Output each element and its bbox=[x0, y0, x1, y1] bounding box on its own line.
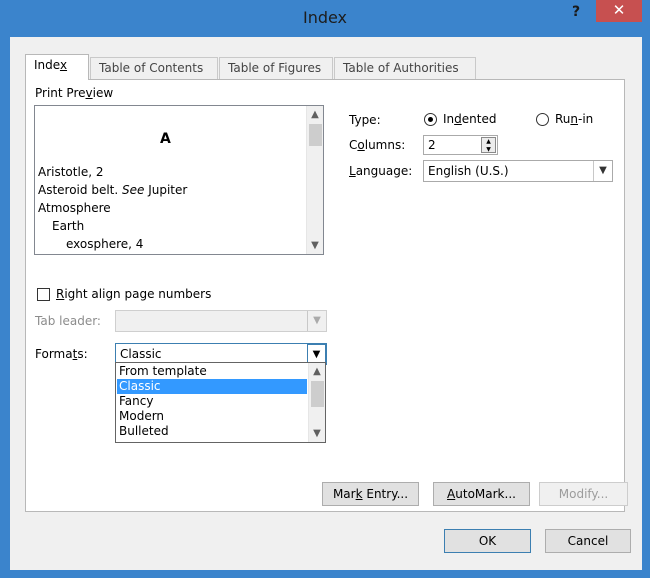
language-select[interactable]: English (U.S.) ▼ bbox=[423, 160, 613, 182]
preview-line: Earth bbox=[52, 219, 85, 233]
preview-line: Aristotle, 2 bbox=[38, 165, 104, 179]
cancel-button[interactable]: Cancel bbox=[545, 529, 631, 553]
list-item[interactable]: Modern bbox=[117, 409, 307, 424]
list-item[interactable]: Fancy bbox=[117, 394, 307, 409]
run-in-radio[interactable] bbox=[536, 113, 549, 126]
print-preview-label: Print Preview bbox=[35, 86, 114, 100]
scroll-up-icon[interactable]: ▲ bbox=[309, 363, 325, 380]
preview-line: Asteroid belt. See Jupiter bbox=[38, 183, 188, 197]
tab-table-of-contents[interactable]: Table of Contents bbox=[90, 57, 218, 79]
type-label: Type: bbox=[349, 113, 381, 127]
mark-entry-button[interactable]: Mark Entry... bbox=[322, 482, 419, 506]
print-preview-box: A Aristotle, 2 Asteroid belt. See Jupite… bbox=[34, 105, 324, 255]
chevron-down-icon[interactable]: ▼ bbox=[307, 344, 326, 364]
scroll-down-icon[interactable]: ▼ bbox=[309, 425, 325, 442]
columns-stepper[interactable]: 2 ▲ ▼ bbox=[423, 135, 498, 155]
chevron-down-icon[interactable]: ▼ bbox=[593, 161, 612, 181]
formats-dropdown-list[interactable]: From template Classic Fancy Modern Bulle… bbox=[115, 362, 326, 443]
chevron-down-icon: ▼ bbox=[307, 311, 326, 331]
language-label: Language: bbox=[349, 164, 413, 178]
scroll-down-icon[interactable]: ▼ bbox=[307, 237, 323, 254]
spin-down-icon[interactable]: ▼ bbox=[482, 146, 495, 153]
tab-table-of-figures[interactable]: Table of Figures bbox=[219, 57, 333, 79]
spin-up-icon[interactable]: ▲ bbox=[482, 138, 495, 145]
preview-heading: A bbox=[160, 131, 171, 147]
indented-radio[interactable] bbox=[424, 113, 437, 126]
formats-label: Formats: bbox=[35, 347, 88, 361]
scroll-up-icon[interactable]: ▲ bbox=[307, 106, 323, 123]
dialog-client: Index Table of Contents Table of Figures… bbox=[10, 37, 642, 570]
index-tab-panel: Print Preview A Aristotle, 2 Asteroid be… bbox=[25, 79, 628, 512]
indented-label[interactable]: Indented bbox=[443, 112, 496, 126]
right-align-label[interactable]: Right align page numbers bbox=[56, 287, 211, 301]
list-item[interactable]: From template bbox=[117, 364, 307, 379]
tab-leader-label: Tab leader: bbox=[35, 314, 101, 328]
preview-scrollbar[interactable]: ▲ ▼ bbox=[306, 106, 323, 254]
run-in-label[interactable]: Run-in bbox=[555, 112, 593, 126]
close-button[interactable]: ✕ bbox=[596, 0, 642, 22]
tab-table-of-authorities[interactable]: Table of Authorities bbox=[334, 57, 476, 79]
scroll-thumb[interactable] bbox=[311, 381, 324, 407]
automark-button[interactable]: AutoMark... bbox=[433, 482, 530, 506]
title-bar[interactable]: Index ? ✕ bbox=[0, 0, 650, 37]
tab-index[interactable]: Index bbox=[25, 54, 89, 80]
dialog-title: Index bbox=[302, 8, 348, 27]
preview-line: Atmosphere bbox=[38, 201, 111, 215]
list-item[interactable]: Bulleted bbox=[117, 424, 307, 439]
help-icon[interactable]: ? bbox=[565, 4, 587, 26]
list-item[interactable]: Classic bbox=[117, 379, 307, 394]
modify-button: Modify... bbox=[539, 482, 628, 506]
formats-list-scrollbar[interactable]: ▲ ▼ bbox=[308, 363, 325, 442]
preview-line: exosphere, 4 bbox=[66, 237, 144, 251]
scroll-thumb[interactable] bbox=[309, 124, 322, 146]
tab-leader-select: ▼ bbox=[115, 310, 327, 332]
ok-button[interactable]: OK bbox=[444, 529, 531, 553]
right-align-checkbox[interactable] bbox=[37, 288, 50, 301]
index-dialog: Index ? ✕ Index Table of Contents Table … bbox=[0, 0, 650, 578]
columns-label: Columns: bbox=[349, 138, 406, 152]
